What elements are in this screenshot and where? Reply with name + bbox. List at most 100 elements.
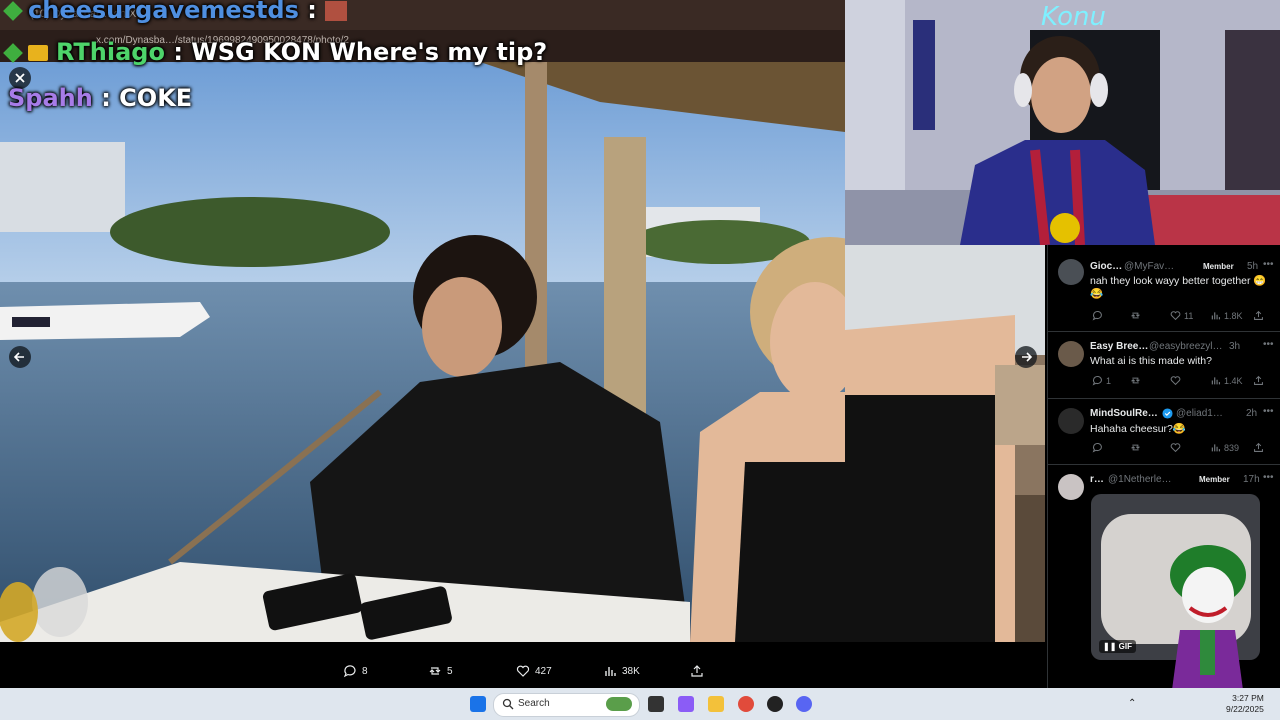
chat-username: cheesurgavemestds [28,0,299,24]
comment-icon [1092,376,1102,386]
reply-text: Hahaha cheesur?😂 [1090,423,1186,435]
chevron-up-icon[interactable]: ⌃ [1128,698,1136,709]
copilot-icon[interactable] [678,696,694,712]
reply-button[interactable]: 8 [343,664,368,678]
reply-author-name[interactable]: Gioc… [1090,261,1122,272]
reply-time: 3h [1229,341,1241,352]
like-button[interactable]: 11 [1170,310,1193,321]
reply-actions: 839 [1090,442,1270,456]
chat-username: RThiago [56,38,165,66]
reply-author-handle[interactable]: @easybreezyl… [1149,341,1223,352]
share-button[interactable] [690,664,704,678]
share-icon[interactable] [1253,375,1264,386]
repost-icon[interactable] [1130,442,1141,453]
reply-time: 17h [1243,474,1260,485]
system-clock[interactable]: 3:27 PM 9/22/2025 [1226,693,1264,715]
reply-time: 2h [1246,408,1258,419]
repost-icon [429,667,441,675]
view-count: 38K [622,665,640,677]
heart-icon [516,665,530,677]
share-icon[interactable] [1253,310,1264,321]
comment-icon[interactable] [1092,310,1103,321]
file-explorer-icon[interactable] [708,696,724,712]
streamer-webcam: Konu [845,0,1280,245]
search-icon [502,698,514,710]
reply-count: 1 [1106,375,1112,386]
reply-item[interactable]: Easy Bree… @easybreezyl… 3h ••• What ai … [1048,332,1280,399]
views-button[interactable]: 38K [603,664,640,678]
arrow-left-icon [13,352,24,362]
avatar[interactable] [1058,474,1084,500]
reply-author-name[interactable]: Easy Bree… [1090,341,1148,352]
heart-icon[interactable] [1170,442,1181,453]
next-photo-button[interactable] [1015,346,1037,368]
reply-count: 8 [362,665,368,677]
more-icon[interactable]: ••• [1263,472,1274,483]
comment-icon[interactable] [1092,442,1103,453]
webcam-scene: Konu [845,0,1280,245]
arrow-right-icon [1022,352,1033,362]
view-count: 1.8K [1224,310,1243,321]
reply-text: nah they look wayy better together 😁😂 [1090,275,1267,300]
chrome-icon[interactable] [738,696,754,712]
photo-scene-right [845,245,1045,642]
chat-separator: : [101,84,111,112]
reply-author-handle[interactable]: @1Netherle… [1108,474,1172,485]
badge-icon [3,43,23,63]
reply-author-handle[interactable]: @MyFav… [1124,261,1174,272]
widgets-icon[interactable] [606,697,632,711]
member-badge: Member [1203,262,1234,271]
more-icon[interactable]: ••• [1263,406,1274,417]
reply-item[interactable]: MindSoulRe… @eliad1… 2h ••• Hahaha chees… [1048,399,1280,465]
chat-username: Spahh [8,84,93,112]
chat-message: cheesurgavemestds : [3,0,348,24]
view-count: 839 [1224,442,1240,453]
heart-icon [1170,311,1181,321]
task-view-icon[interactable] [648,696,664,712]
avatar[interactable] [1058,259,1084,285]
repost-icon[interactable] [1130,375,1141,386]
chat-text: COKE [119,84,193,112]
like-count: 11 [1184,310,1194,321]
reply-actions: 1 1.4K [1090,375,1270,389]
like-button[interactable]: 427 [516,664,552,678]
views-icon [1211,377,1221,385]
gif-badge: ❚❚ GIF [1099,640,1136,653]
views-button[interactable]: 839 [1210,442,1239,453]
views-icon [605,667,616,676]
photo-scene [0,62,845,642]
reply-author-name[interactable]: MindSoulRe… [1090,408,1158,419]
crown-icon [28,45,48,61]
repost-button[interactable]: 5 [428,664,453,678]
chat-text: WSG KON Where's my tip? [191,38,548,66]
avatar[interactable] [1058,408,1084,434]
avatar[interactable] [1058,341,1084,367]
discord-icon[interactable] [796,696,812,712]
member-badge: Member [1199,475,1230,484]
reply-button[interactable]: 1 [1092,375,1111,386]
views-button[interactable]: 1.4K [1210,375,1243,386]
reply-item[interactable]: Gioc… @MyFav… Member 5h ••• nah they loo… [1048,245,1280,332]
clock-date: 9/22/2025 [1226,704,1264,714]
app-icon[interactable] [767,696,783,712]
reply-author-handle[interactable]: @eliad1… [1176,408,1223,419]
views-icon [1211,444,1221,452]
comment-icon [343,665,356,678]
previous-photo-button[interactable] [9,346,31,368]
heart-icon[interactable] [1170,375,1181,386]
like-count: 427 [535,665,552,677]
windows-icon[interactable] [470,696,486,712]
more-icon[interactable]: ••• [1263,339,1274,350]
view-count: 1.4K [1224,375,1243,386]
more-icon[interactable]: ••• [1263,259,1274,270]
post-photo-extension [845,245,1045,642]
reply-author-name[interactable]: r… [1090,474,1104,485]
views-button[interactable]: 1.8K [1210,310,1243,321]
reply-time: 5h [1247,261,1259,272]
share-icon [691,665,703,677]
repost-icon[interactable] [1130,310,1141,321]
share-icon[interactable] [1253,442,1264,453]
verified-icon [1162,408,1173,422]
neon-sign: Konu [1041,2,1106,32]
chat-message: Spahh : COKE [8,84,192,112]
